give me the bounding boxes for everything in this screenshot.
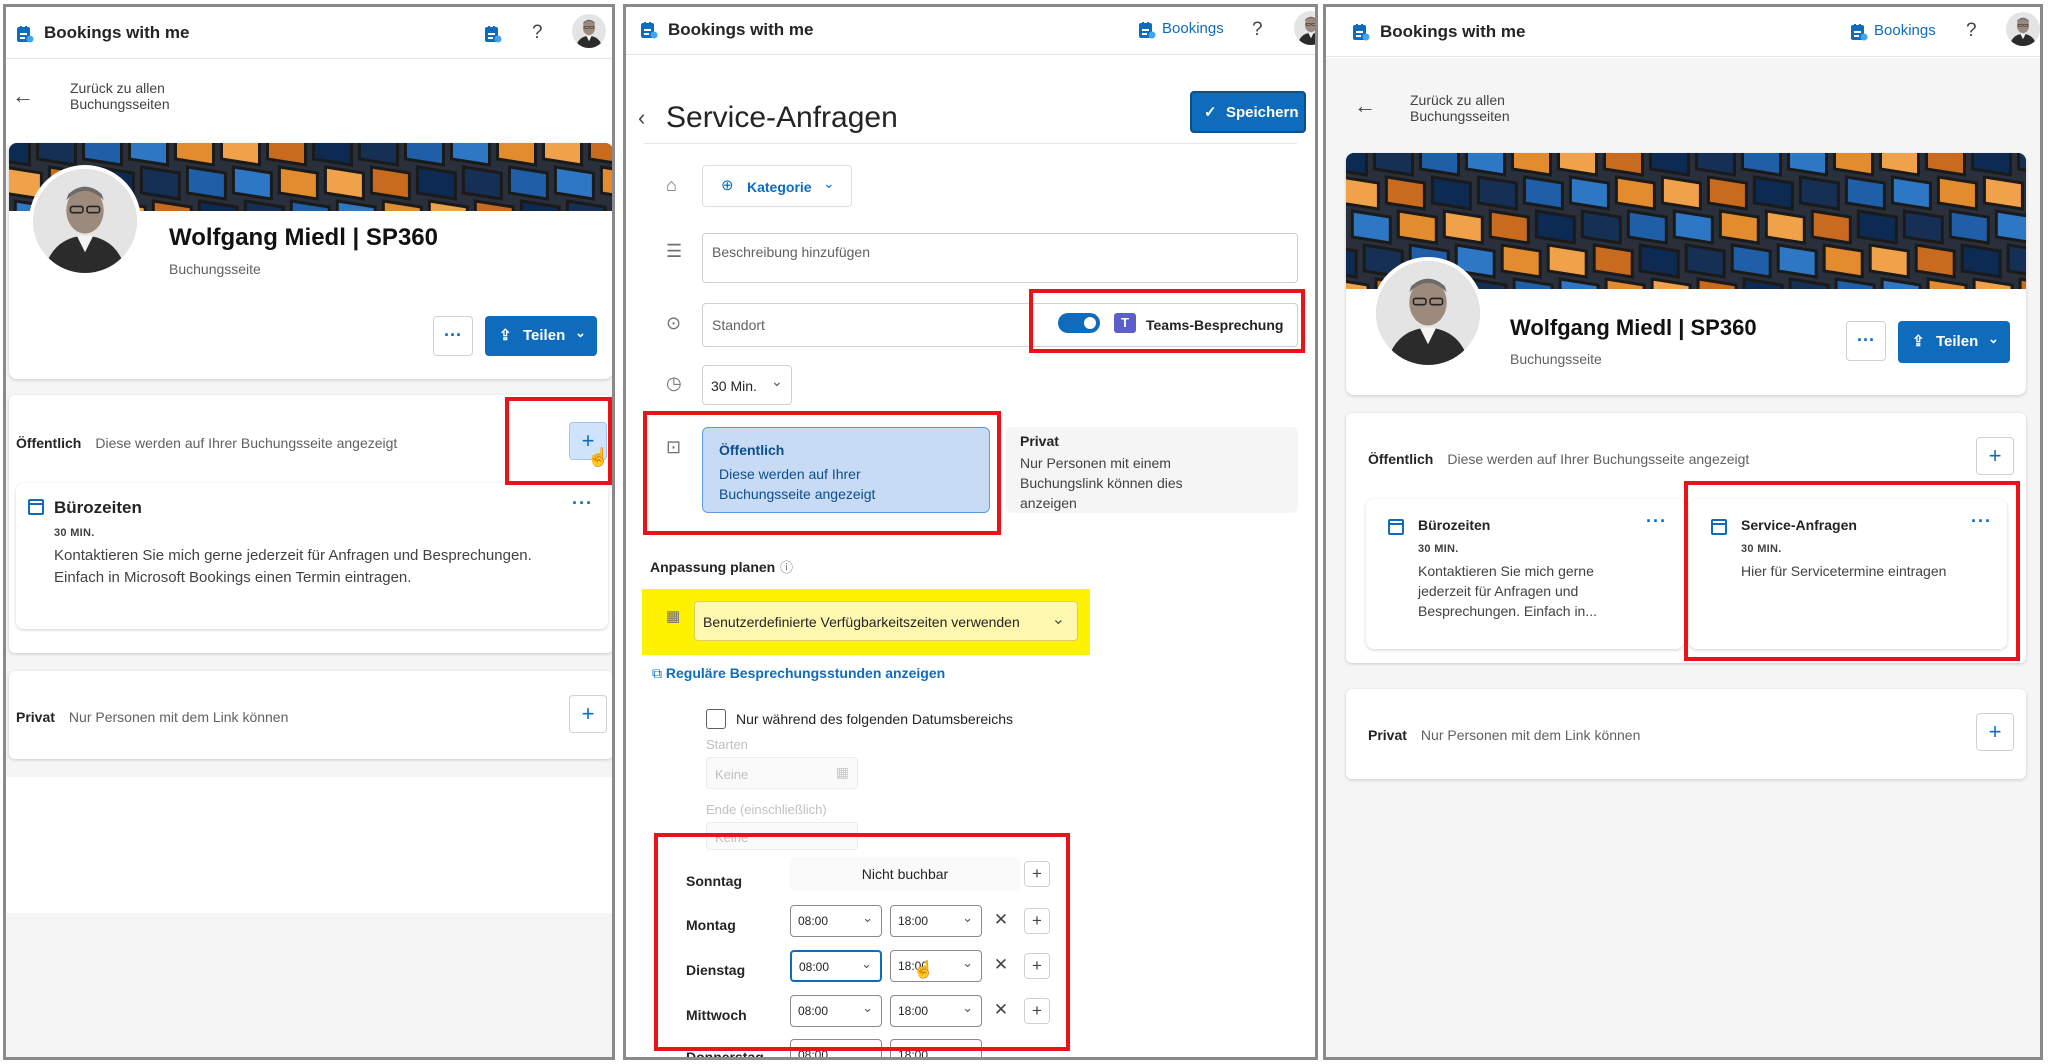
share-button[interactable]: ⇪ Teilen ⌄: [1898, 321, 2010, 363]
category-button[interactable]: ⊕ Kategorie ⌄: [702, 165, 852, 207]
service-duration: 30 MIN.: [54, 527, 95, 539]
schedule-heading: Anpassung planen: [650, 559, 776, 575]
user-avatar[interactable]: [572, 14, 606, 48]
clock-icon: ◷: [666, 373, 682, 393]
profile-name: Wolfgang Miedl | SP360: [1510, 315, 1757, 340]
calendar-icon: [1388, 519, 1404, 535]
bookings-app-icon: [1850, 23, 1868, 41]
bookings-logo-icon: [1352, 23, 1370, 41]
user-avatar[interactable]: [2006, 12, 2040, 46]
back-chevron-icon[interactable]: ‹: [638, 105, 645, 131]
private-header: Privat Nur Personen mit dem Link können: [1368, 727, 1641, 743]
checkmark-icon: ✓: [1204, 104, 1217, 121]
service-title: Bürozeiten: [54, 498, 142, 517]
middle-panel: Bookings with me Bookings ? ‹ Service-An…: [623, 4, 1318, 1060]
app-title: Bookings with me: [1380, 22, 1526, 41]
calendar-settings-icon: ▦: [666, 608, 681, 625]
bookings-app-icon[interactable]: [484, 25, 502, 43]
end-label: Ende (einschließlich): [706, 802, 827, 817]
profile-subtitle: Buchungsseite: [1510, 351, 1602, 367]
back-link[interactable]: Zurück zu allen Buchungsseiten: [1410, 92, 1510, 124]
add-circle-icon: ⊕: [721, 177, 734, 194]
back-arrow-icon[interactable]: ←: [12, 83, 34, 109]
private-header: Privat Nur Personen mit dem Link können: [16, 709, 289, 725]
chevron-down-icon: ⌄: [1988, 331, 1999, 346]
public-header: Öffentlich Diese werden auf Ihrer Buchung…: [16, 435, 398, 451]
chevron-down-icon: ⌄: [575, 325, 586, 340]
top-bar: Bookings with me Bookings ?: [1326, 7, 2040, 57]
profile-card: Wolfgang Miedl | SP360 Buchungsseite ···…: [9, 143, 612, 379]
profile-subtitle: Buchungsseite: [169, 261, 261, 277]
duration-select[interactable]: 30 Min. ⌄: [702, 365, 792, 405]
profile-name: Wolfgang Miedl | SP360: [169, 224, 438, 251]
more-button[interactable]: ···: [1846, 321, 1886, 361]
chevron-down-icon: ⌄: [1051, 611, 1065, 628]
share-button[interactable]: ⇪ Teilen ⌄: [485, 316, 597, 356]
help-icon[interactable]: ?: [1252, 19, 1263, 41]
add-private-service-button[interactable]: +: [569, 695, 607, 733]
info-icon[interactable]: ⓘ: [780, 557, 793, 576]
chevron-down-icon: ⌄: [823, 175, 835, 191]
location-icon: ⊙: [666, 313, 682, 333]
user-avatar[interactable]: [1294, 11, 1318, 45]
bookings-link[interactable]: Bookings: [1874, 22, 1936, 39]
highlight-teams: [1029, 289, 1305, 353]
description-field[interactable]: Beschreibung hinzufügen: [702, 233, 1298, 283]
highlight-new-service: [1684, 481, 2020, 661]
service-description: Kontaktieren Sie mich gerne jederzeit fü…: [54, 547, 532, 586]
back-arrow-icon[interactable]: ←: [1354, 93, 1376, 119]
highlight-add-button: [505, 397, 612, 485]
private-option[interactable]: Privat Nur Personen mit einem Buchungsli…: [1006, 427, 1298, 513]
share-icon: ⇪: [1912, 333, 1925, 350]
service-card-buerozeiten[interactable]: Bürozeiten 30 MIN. Kontaktieren Sie mich…: [1366, 499, 1684, 649]
public-header: Öffentlich Diese werden auf Ihrer Buchung…: [1368, 451, 1750, 467]
app-title: Bookings with me: [44, 23, 190, 42]
left-panel: Bookings with me ? ← Zurück zu allen Buc…: [3, 4, 615, 1060]
date-range-checkbox[interactable]: [706, 709, 726, 729]
profile-photo: [1372, 257, 1484, 369]
open-external-icon: ⧉: [652, 665, 662, 681]
service-menu-icon[interactable]: ···: [572, 493, 593, 514]
highlight-public: [643, 411, 1001, 535]
profile-card: Wolfgang Miedl | SP360 Buchungsseite ···…: [1346, 153, 2026, 395]
service-description: Kontaktieren Sie mich gerne jederzeit fü…: [1418, 563, 1598, 619]
page-title: Service-Anfragen: [666, 101, 898, 134]
save-button[interactable]: ✓ Speichern: [1190, 91, 1306, 133]
service-menu-icon[interactable]: ···: [1646, 511, 1667, 532]
add-private-service-button[interactable]: +: [1976, 713, 2014, 751]
bookings-logo-icon: [16, 25, 34, 43]
highlight-weekdays: [654, 833, 1070, 1051]
more-button[interactable]: ···: [433, 316, 473, 356]
top-bar: Bookings with me ?: [6, 7, 612, 59]
help-icon[interactable]: ?: [532, 22, 543, 44]
availability-select[interactable]: Benutzerdefinierte Verfügbarkeitszeiten …: [694, 601, 1078, 641]
private-section: Privat Nur Personen mit dem Link können +: [1346, 689, 2026, 779]
back-link[interactable]: Zurück zu allen Buchungsseiten: [70, 80, 170, 112]
bookings-logo-icon: [640, 21, 658, 39]
profile-photo: [29, 165, 141, 277]
service-duration: 30 MIN.: [1418, 543, 1459, 555]
description-icon: ☰: [666, 241, 683, 261]
bookings-link[interactable]: Bookings: [1162, 20, 1224, 37]
share-icon: ⇪: [499, 327, 512, 344]
calendar-icon: ▦: [835, 764, 849, 780]
app-title: Bookings with me: [668, 20, 814, 39]
start-date-field[interactable]: Keine ▦: [706, 757, 858, 789]
calendar-icon: [28, 499, 44, 515]
right-panel: Bookings with me Bookings ? ← Zurück zu …: [1323, 4, 2043, 1060]
chevron-down-icon: ⌄: [771, 373, 783, 389]
bookings-app-icon: [1138, 21, 1156, 39]
service-title: Bürozeiten: [1418, 517, 1491, 533]
regular-hours-link[interactable]: ⧉ Reguläre Besprechungsstunden anzeigen: [652, 665, 945, 682]
add-public-service-button[interactable]: +: [1976, 437, 2014, 475]
service-card-buerozeiten[interactable]: Bürozeiten 30 MIN. Kontaktieren Sie mich…: [16, 483, 608, 629]
help-icon[interactable]: ?: [1966, 20, 1977, 42]
tag-icon: ⌂: [666, 175, 677, 195]
date-range-label: Nur während des folgenden Datumsbereichs: [736, 711, 1014, 727]
private-section: Privat Nur Personen mit dem Link können +: [9, 671, 612, 759]
start-label: Starten: [706, 737, 748, 752]
top-bar: Bookings with me Bookings ?: [626, 7, 1315, 55]
